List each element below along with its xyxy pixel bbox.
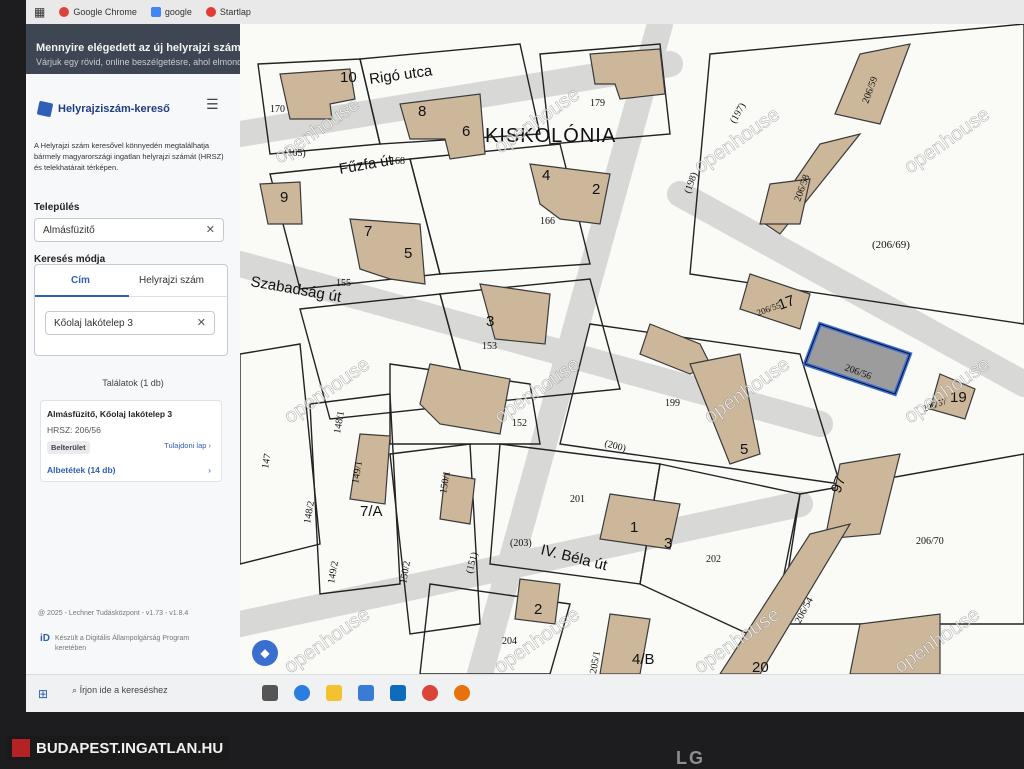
startlap-icon — [205, 7, 216, 17]
store-icon[interactable] — [358, 685, 374, 701]
bookmark-startlap[interactable]: Startlap — [205, 7, 251, 17]
house-number: 7 — [364, 223, 372, 240]
house-number: 5 — [740, 441, 748, 458]
google-icon — [150, 7, 161, 17]
sidebar: Helyrajziszám-kereső ☰ A Helyrajzi szám … — [26, 74, 241, 674]
lot-label: 153 — [482, 341, 497, 352]
chevron-right-icon[interactable]: › — [208, 465, 211, 475]
house-number: 4 — [542, 167, 550, 184]
lot-label: (200) — [603, 438, 627, 454]
edge-icon[interactable] — [294, 685, 310, 701]
street-label: Fűzfa út — [338, 152, 395, 178]
tab-address[interactable]: Cím — [71, 275, 90, 286]
bookmark-google[interactable]: google — [150, 7, 192, 17]
chrome-icon[interactable] — [422, 685, 438, 701]
watermark-brand: BUDAPEST.INGATLAN.HU — [6, 736, 230, 760]
taskbar: ⊞ ⌕ Írjon ide a kereséshez — [26, 674, 1024, 712]
id-logo-icon: iD — [40, 633, 50, 644]
layers-icon: ◆ — [260, 646, 270, 660]
file-explorer-icon[interactable] — [326, 685, 342, 701]
house-number: 5 — [404, 245, 412, 262]
outlook-icon[interactable] — [390, 685, 406, 701]
clear-settlement-icon[interactable]: ✕ — [206, 223, 215, 236]
clear-address-icon[interactable]: ✕ — [197, 316, 206, 329]
house-number: 1 — [630, 519, 638, 536]
lot-label: 149/2 — [326, 560, 341, 584]
monitor-logo: LG — [676, 748, 705, 768]
lot-label: 206/70 — [916, 536, 944, 547]
lot-label: 201 — [570, 494, 585, 505]
house-number: 9 — [280, 189, 288, 206]
openhouse-watermark: openhouse — [900, 103, 994, 178]
intro-text: A Helyrajzi szám keresővel könnyedén meg… — [34, 141, 224, 172]
openhouse-watermark: openhouse — [900, 353, 994, 428]
lot-label: 179 — [590, 98, 605, 109]
result-title: Almásfüzitő, Kőolaj lakótelep 3 — [47, 409, 173, 419]
result-card[interactable]: Almásfüzitő, Kőolaj lakótelep 3 HRSZ: 20… — [40, 400, 222, 482]
owner-sheet-link[interactable]: Tulajdoni lap › — [164, 441, 211, 450]
lot-label: 166 — [540, 216, 555, 227]
bookmark-chrome[interactable]: Google Chrome — [59, 7, 137, 17]
active-tab-indicator — [35, 295, 129, 297]
hamburger-menu-icon[interactable]: ☰ — [206, 96, 219, 113]
logo-icon — [36, 100, 54, 118]
tab-hrsz[interactable]: Helyrajzi szám — [139, 275, 204, 286]
street-label: Rigó utca — [368, 62, 434, 88]
lot-label: 170 — [270, 104, 285, 115]
lot-label: (203) — [510, 538, 532, 549]
selected-parcel[interactable] — [802, 321, 913, 397]
cadastral-map[interactable]: KISKOLÓNIA Rigó utca Fűzfa út Szabadság … — [240, 24, 1024, 674]
roads — [240, 24, 1024, 674]
openhouse-watermark: openhouse — [280, 353, 374, 428]
apps-icon[interactable]: ▦ — [34, 5, 45, 19]
house-number: 3 — [486, 313, 494, 330]
lot-label: 199 — [665, 398, 680, 409]
footer-program: iD Készült a Digitális Állampolgárság Pr… — [40, 633, 190, 653]
lot-label: (206/69) — [872, 239, 910, 251]
layers-button[interactable]: ◆ — [252, 640, 278, 666]
app-title: Helyrajziszám-kereső — [58, 103, 170, 115]
house-number: 6 — [462, 123, 470, 140]
search-icon: ⌕ — [72, 685, 78, 695]
lot-label: 202 — [706, 554, 721, 565]
house-number: 10 — [340, 69, 357, 86]
house-number: 20 — [752, 659, 769, 674]
house-number: 4/B — [632, 651, 655, 668]
screen: ▦ Google Chrome google Startlap Mennyire… — [26, 0, 1024, 712]
chrome-alt-icon[interactable] — [454, 685, 470, 701]
house-number: 2 — [592, 181, 600, 198]
windows-start-icon[interactable]: ⊞ — [38, 687, 48, 701]
lot-label: 168 — [390, 156, 405, 167]
lot-label: 155 — [336, 278, 351, 289]
search-mode-panel: Cím Helyrajzi szám Kőolaj lakótelep 3 ✕ — [34, 264, 228, 356]
chevron-right-icon: › — [208, 441, 212, 450]
footer-copyright: @ 2025 - Lechner Tudásközpont - v1.73 - … — [38, 610, 189, 617]
results-title: Találatok (1 db) — [102, 378, 164, 388]
app-logo[interactable]: Helyrajziszám-kereső — [36, 100, 170, 118]
lot-label: 147 — [260, 453, 273, 470]
settlement-label: Település — [34, 202, 80, 213]
house-number: 7/A — [360, 503, 383, 520]
status-badge: Belterület — [47, 441, 90, 454]
result-hrsz: HRSZ: 206/56 — [47, 425, 101, 435]
brand-logo-icon — [12, 739, 30, 757]
house-number: 8 — [418, 103, 426, 120]
settlement-input[interactable]: Almásfüzitő ✕ — [34, 218, 224, 242]
sub-units-link[interactable]: Albetétek (14 db) — [47, 465, 116, 475]
taskbar-search-input[interactable]: ⌕ Írjon ide a kereséshez — [72, 685, 242, 703]
chrome-icon — [59, 7, 70, 17]
bookmark-bar: ▦ Google Chrome google Startlap — [26, 0, 1024, 24]
map-view[interactable]: KISKOLÓNIA Rigó utca Fűzfa út Szabadság … — [240, 24, 1024, 674]
lot-label: 148/1 — [332, 410, 347, 434]
house-number: 3 — [664, 535, 672, 552]
lot-label: 148/2 — [302, 500, 317, 524]
house-number: 2 — [534, 601, 542, 618]
task-view-icon[interactable] — [262, 685, 278, 701]
address-input[interactable]: Kőolaj lakótelep 3 ✕ — [45, 311, 215, 335]
